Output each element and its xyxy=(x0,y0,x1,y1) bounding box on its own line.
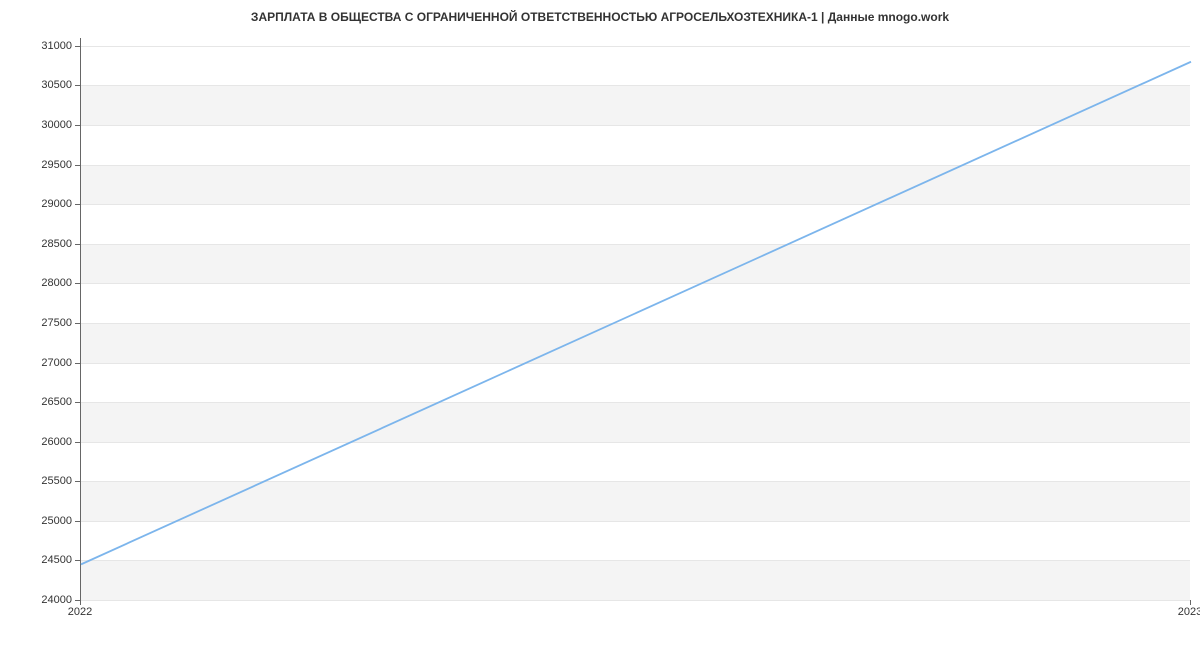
y-axis-label: 24000 xyxy=(12,594,72,606)
y-axis-label: 25500 xyxy=(12,475,72,487)
tick-x xyxy=(80,600,81,605)
x-axis-label: 2023 xyxy=(1178,606,1200,618)
y-axis-label: 26000 xyxy=(12,436,72,448)
tick-y xyxy=(75,46,80,47)
gridline-y xyxy=(81,600,1190,601)
y-axis-label: 30500 xyxy=(12,79,72,91)
chart-title: ЗАРПЛАТА В ОБЩЕСТВА С ОГРАНИЧЕННОЙ ОТВЕТ… xyxy=(0,10,1200,24)
y-axis-label: 29500 xyxy=(12,159,72,171)
tick-y xyxy=(75,244,80,245)
tick-y xyxy=(75,363,80,364)
y-axis-label: 31000 xyxy=(12,40,72,52)
y-axis-label: 27000 xyxy=(12,357,72,369)
tick-y xyxy=(75,204,80,205)
line-svg xyxy=(81,38,1190,599)
y-axis-label: 27500 xyxy=(12,317,72,329)
tick-y xyxy=(75,165,80,166)
y-axis-label: 24500 xyxy=(12,554,72,566)
y-axis-label: 26500 xyxy=(12,396,72,408)
tick-y xyxy=(75,560,80,561)
plot-area xyxy=(80,38,1190,600)
y-axis-label: 28500 xyxy=(12,238,72,250)
tick-x xyxy=(1190,600,1191,605)
x-axis-label: 2022 xyxy=(68,606,92,618)
tick-y xyxy=(75,402,80,403)
data-series-line xyxy=(81,62,1191,565)
tick-y xyxy=(75,85,80,86)
y-axis-label: 29000 xyxy=(12,198,72,210)
tick-y xyxy=(75,442,80,443)
y-axis-label: 25000 xyxy=(12,515,72,527)
y-axis-label: 30000 xyxy=(12,119,72,131)
tick-y xyxy=(75,521,80,522)
tick-y xyxy=(75,125,80,126)
tick-y xyxy=(75,283,80,284)
y-axis-label: 28000 xyxy=(12,277,72,289)
tick-y xyxy=(75,323,80,324)
tick-y xyxy=(75,481,80,482)
